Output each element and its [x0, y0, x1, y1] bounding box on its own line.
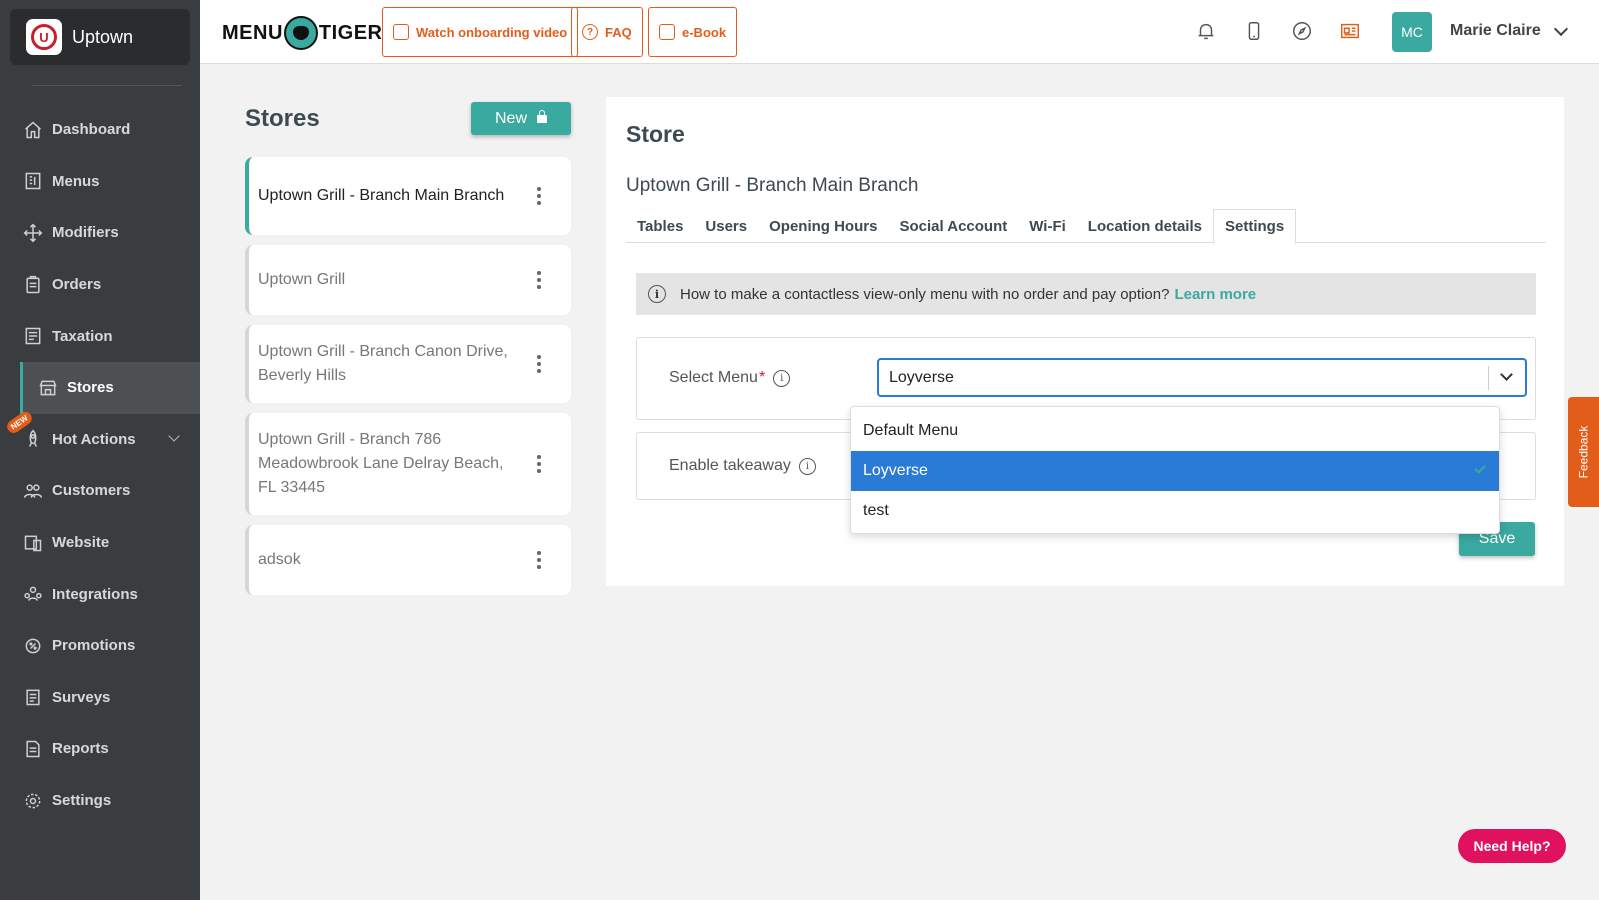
sidebar-item-hot-actions[interactable]: NEW Hot Actions	[0, 409, 200, 466]
checklist-icon	[22, 686, 44, 708]
chevron-down-icon[interactable]	[1553, 21, 1569, 37]
store-name: Uptown Grill - Branch Main Branch	[626, 175, 919, 196]
brand-name: Uptown	[72, 26, 134, 47]
tab-location-details[interactable]: Location details	[1077, 209, 1213, 243]
home-icon	[22, 119, 44, 141]
sidebar-item-surveys[interactable]: Surveys	[0, 672, 200, 724]
sidebar: U Uptown Dashboard Menus Modifiers Order…	[0, 0, 200, 900]
store-icon	[37, 377, 59, 399]
devices-icon	[22, 532, 44, 554]
select-menu-options: Default Menu Loyverse test	[850, 406, 1500, 534]
play-icon	[393, 24, 409, 40]
sidebar-item-website[interactable]: Website	[0, 517, 200, 569]
report-icon	[22, 738, 44, 760]
store-list-item[interactable]: adsok	[245, 525, 571, 595]
badge-icon	[22, 635, 44, 657]
tab-opening-hours[interactable]: Opening Hours	[758, 209, 888, 243]
enable-takeaway-label: Enable takeaway i	[669, 457, 816, 475]
menu-option[interactable]: Default Menu	[851, 411, 1499, 451]
user-name[interactable]: Marie Claire	[1450, 22, 1541, 40]
ebook-button[interactable]: e-Book	[648, 7, 738, 57]
topbar: MENU TIGER Watch onboarding video ? FAQ …	[200, 0, 1599, 64]
select-menu-label: Select Menu * i	[669, 369, 791, 387]
compass-icon[interactable]	[1289, 18, 1315, 44]
sidebar-item-integrations[interactable]: Integrations	[0, 568, 200, 620]
kebab-menu-icon[interactable]	[537, 455, 541, 473]
clipboard-icon	[22, 274, 44, 296]
kebab-menu-icon[interactable]	[537, 187, 541, 205]
sidebar-item-modifiers[interactable]: Modifiers	[0, 207, 200, 259]
info-icon: i	[648, 285, 666, 303]
select-separator	[1488, 366, 1489, 390]
learn-more-link[interactable]: Learn more	[1174, 286, 1256, 303]
users-icon	[22, 480, 44, 502]
select-menu-dropdown[interactable]: Loyverse	[877, 358, 1527, 397]
brand-logo: U	[26, 19, 62, 55]
sidebar-item-reports[interactable]: Reports	[0, 723, 200, 775]
rocket-icon	[22, 428, 44, 450]
news-icon[interactable]	[1337, 18, 1363, 44]
tab-settings[interactable]: Settings	[1212, 209, 1297, 244]
sidebar-item-promotions[interactable]: Promotions	[0, 620, 200, 672]
menu-book-icon	[22, 170, 44, 192]
kebab-menu-icon[interactable]	[537, 271, 541, 289]
tab-tables[interactable]: Tables	[626, 209, 694, 243]
store-list-item[interactable]: Uptown Grill	[245, 245, 571, 315]
sidebar-item-customers[interactable]: Customers	[0, 465, 200, 517]
tax-icon	[22, 325, 44, 347]
faq-button[interactable]: ? FAQ	[571, 7, 643, 57]
feedback-tab[interactable]: Feedback	[1568, 397, 1599, 507]
integrations-icon	[22, 583, 44, 605]
question-icon: ?	[582, 24, 598, 40]
chevron-down-icon[interactable]	[1500, 368, 1513, 381]
gear-icon	[22, 790, 44, 812]
tab-wifi[interactable]: Wi-Fi	[1018, 209, 1077, 243]
avatar[interactable]: MC	[1392, 12, 1432, 52]
sidebar-item-dashboard[interactable]: Dashboard	[0, 104, 200, 156]
phone-icon[interactable]	[1241, 18, 1267, 44]
page-title: Stores	[245, 105, 320, 132]
chevron-down-icon	[168, 429, 180, 442]
menu-option-selected[interactable]: Loyverse	[851, 451, 1499, 491]
need-help-button[interactable]: Need Help?	[1458, 829, 1566, 863]
new-store-button[interactable]: New	[471, 102, 571, 135]
store-list-item[interactable]: Uptown Grill - Branch Main Branch	[245, 157, 571, 235]
tiger-icon	[283, 16, 318, 50]
tab-social-account[interactable]: Social Account	[888, 209, 1018, 243]
store-list-item[interactable]: Uptown Grill - Branch 786 Meadowbrook La…	[245, 413, 571, 515]
sidebar-item-orders[interactable]: Orders	[0, 259, 200, 311]
topbar-icons	[1193, 18, 1363, 44]
store-tabs: Tables Users Opening Hours Social Accoun…	[626, 209, 1546, 244]
lock-icon	[537, 109, 547, 123]
brand-switcher[interactable]: U Uptown	[10, 9, 190, 65]
menu-option[interactable]: test	[851, 491, 1499, 531]
kebab-menu-icon[interactable]	[537, 551, 541, 569]
panel-title: Store	[626, 121, 685, 147]
check-icon	[1474, 462, 1486, 474]
tab-users[interactable]: Users	[694, 209, 758, 243]
sidebar-nav: Dashboard Menus Modifiers Orders Taxatio…	[0, 104, 200, 826]
sidebar-item-taxation[interactable]: Taxation	[0, 310, 200, 362]
bell-icon[interactable]	[1193, 18, 1219, 44]
menu-tiger-logo[interactable]: MENU TIGER	[222, 16, 383, 50]
info-icon[interactable]: i	[798, 457, 816, 475]
sidebar-item-settings[interactable]: Settings	[0, 775, 200, 827]
watch-onboarding-video-button[interactable]: Watch onboarding video	[382, 7, 579, 57]
store-list-item[interactable]: Uptown Grill - Branch Canon Drive, Bever…	[245, 325, 571, 403]
sidebar-item-stores[interactable]: Stores	[20, 361, 200, 414]
book-icon	[659, 24, 675, 40]
kebab-menu-icon[interactable]	[537, 355, 541, 373]
info-icon[interactable]: i	[773, 369, 791, 387]
info-banner: i How to make a contactless view-only me…	[636, 273, 1536, 315]
sidebar-divider	[32, 85, 182, 86]
sidebar-item-menus[interactable]: Menus	[0, 156, 200, 208]
move-arrows-icon	[22, 222, 44, 244]
